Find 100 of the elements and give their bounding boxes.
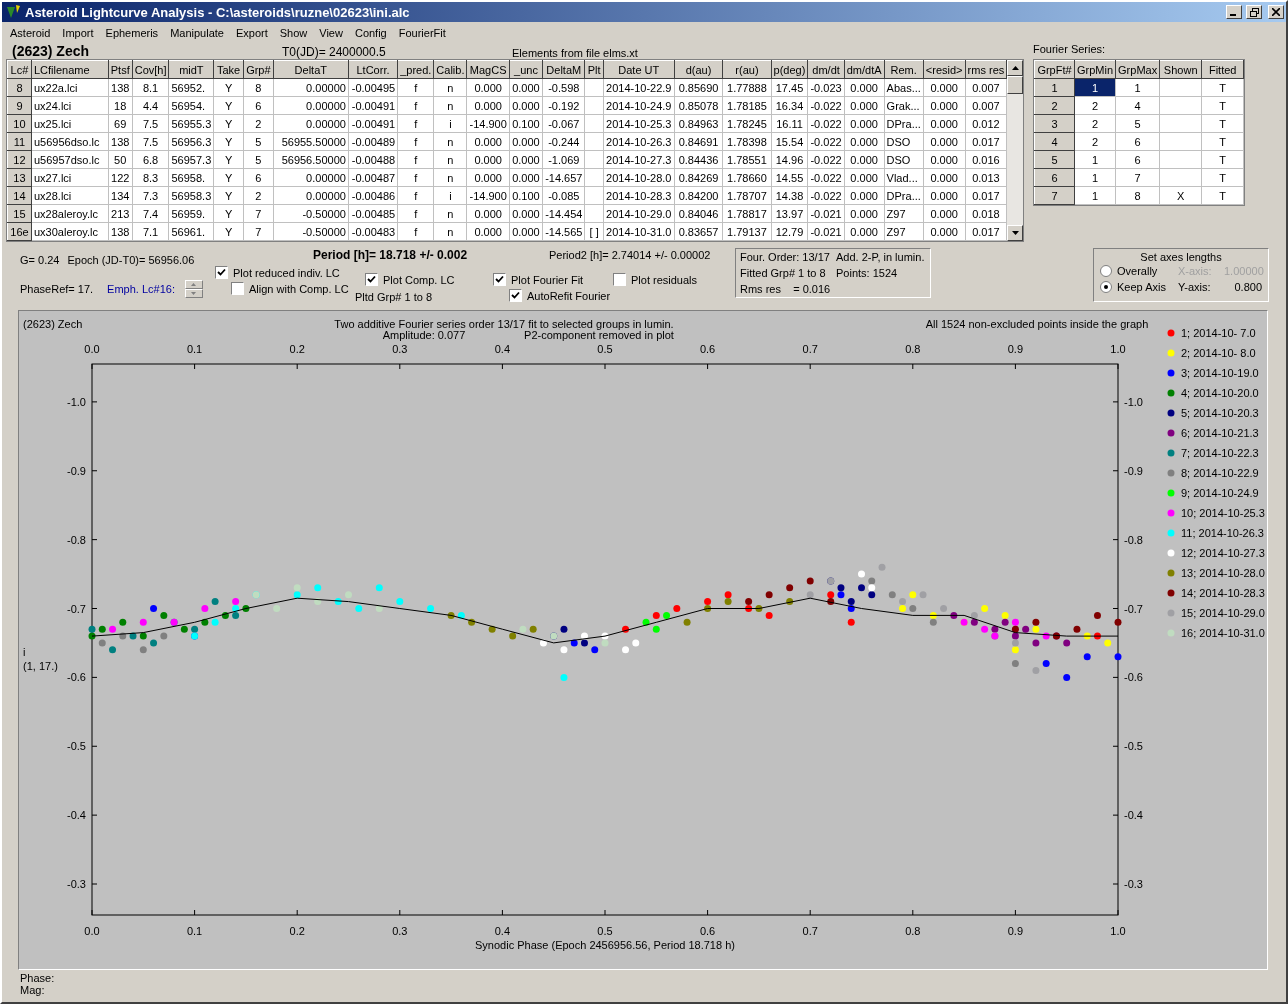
x-tick-label: 1.0 [1110, 343, 1126, 355]
data-point [150, 605, 158, 612]
column-header[interactable]: LtCorr. [348, 60, 398, 79]
data-point [201, 618, 209, 626]
y-tick-label: -0.4 [67, 809, 86, 822]
column-header[interactable]: Grp# [243, 60, 274, 79]
data-point [652, 611, 660, 619]
data-point [180, 625, 188, 633]
column-header[interactable]: _pred. [397, 60, 434, 79]
column-header[interactable]: Fitted [1201, 60, 1244, 79]
column-header[interactable]: LCfilename [31, 60, 109, 79]
column-header[interactable]: r(au) [722, 60, 772, 79]
column-header[interactable]: dm/dt [807, 60, 845, 79]
legend-label: 5; 2014-10-20.3 [1181, 407, 1259, 419]
column-header[interactable]: DeltaT [273, 60, 349, 79]
spin-button[interactable] [184, 280, 203, 298]
data-point [1073, 625, 1081, 633]
column-header[interactable]: dm/dtA [844, 60, 885, 79]
data-point [1114, 618, 1122, 626]
column-header[interactable]: GrpMin [1074, 60, 1116, 79]
minimize-button[interactable] [1226, 5, 1242, 19]
checkbox[interactable]: Plot Comp. LC [363, 273, 493, 286]
menu-item[interactable]: FourierFit [392, 26, 452, 39]
data-point [622, 646, 629, 654]
column-header[interactable]: Date UT [603, 60, 675, 79]
data-point [673, 605, 681, 612]
column-header[interactable]: Cov[h] [132, 60, 169, 79]
menu-item[interactable]: Config [348, 26, 393, 39]
menu-item[interactable]: View [313, 26, 349, 39]
checkbox[interactable]: Plot Fourier Fit [493, 273, 613, 286]
y-tick-label: -0.6 [1124, 671, 1143, 684]
down-arrow-icon [191, 292, 197, 295]
data-point [560, 625, 568, 633]
column-header[interactable]: _unc [509, 60, 543, 79]
x-axis-label: Synodic Phase (Epoch 2456956.56, Period 18.718 h) [475, 939, 735, 951]
column-header[interactable]: midT [169, 60, 214, 79]
data-point [375, 605, 383, 612]
column-header[interactable]: <resid> [923, 60, 966, 79]
data-point [663, 611, 671, 619]
legend-label: 15; 2014-10-29.0 [1181, 607, 1265, 619]
checkbox[interactable]: Plot residuals [613, 273, 723, 286]
scroll-thumb[interactable] [1007, 76, 1023, 94]
data-point [221, 611, 229, 619]
column-header[interactable]: Shown [1159, 60, 1202, 79]
scrollbar[interactable] [1007, 60, 1023, 241]
data-point [119, 632, 127, 640]
data-point [98, 625, 106, 633]
data-point [1063, 673, 1071, 681]
column-header[interactable]: p(deg) [771, 60, 808, 79]
restore-button[interactable] [1246, 5, 1262, 19]
menu-item[interactable]: Import [56, 26, 100, 39]
column-header[interactable]: Take [213, 60, 244, 79]
x-tick-label: 0.6 [699, 925, 716, 937]
data-point [909, 605, 917, 612]
data-point [560, 646, 568, 654]
up-arrow-icon [191, 283, 197, 286]
column-header[interactable]: MagCS [467, 60, 510, 79]
data-point [560, 673, 568, 681]
data-point [139, 618, 147, 626]
menu-item[interactable]: Show [273, 26, 314, 39]
column-header[interactable]: rms res [965, 60, 1007, 79]
menu-item[interactable]: Manipulate [164, 26, 230, 39]
data-point [940, 605, 948, 612]
menu-item[interactable]: Export [229, 26, 274, 39]
column-header[interactable]: GrpMax [1115, 60, 1160, 79]
column-header[interactable]: GrpFt# [1034, 60, 1075, 79]
menu-item[interactable]: Ephemeris [99, 26, 165, 39]
fourier-title: Fourier Series: [1033, 43, 1107, 55]
fit-summary-text: Rms res = 0.016 [740, 283, 832, 295]
menu-item[interactable]: Asteroid [4, 26, 57, 39]
data-point [909, 591, 917, 599]
fit-summary-text: Add. 2-P, in lumin. [836, 251, 926, 263]
data-point [786, 584, 794, 592]
close-button[interactable] [1268, 5, 1284, 19]
y-tick-label: -0.9 [1124, 464, 1143, 477]
data-point [858, 570, 865, 578]
data-point [150, 639, 158, 647]
checkbox[interactable]: AutoRefit Fourier [493, 289, 613, 302]
data-point [570, 639, 578, 647]
x-tick-label: 0.0 [84, 925, 100, 937]
column-header[interactable]: Calib. [433, 60, 467, 79]
data-point [622, 625, 629, 633]
object-name: (2623) Zech [23, 318, 83, 330]
legend-label: 10; 2014-10-25.3 [1181, 507, 1265, 519]
column-header[interactable]: Rem. [884, 60, 924, 79]
x-tick-label: 0.1 [186, 925, 203, 937]
data-point [396, 598, 404, 606]
data-point [847, 618, 855, 626]
data-point [1114, 653, 1122, 661]
data-point [1094, 611, 1101, 619]
column-header[interactable]: Lc# [7, 60, 32, 79]
data-point [447, 611, 455, 619]
legend-label: 8; 2014-10-22.9 [1181, 467, 1259, 479]
column-header[interactable]: d(au) [674, 60, 723, 79]
y-tick-label: -0.8 [1124, 533, 1143, 546]
column-header[interactable]: DeltaM [542, 60, 585, 79]
radio-button[interactable]: Keep Axis [1100, 281, 1178, 293]
column-header[interactable]: Ptsf [108, 60, 133, 79]
emph-label: Emph. Lc#16: [107, 283, 175, 295]
checkbox[interactable]: Plot reduced indiv. LC [215, 266, 363, 279]
